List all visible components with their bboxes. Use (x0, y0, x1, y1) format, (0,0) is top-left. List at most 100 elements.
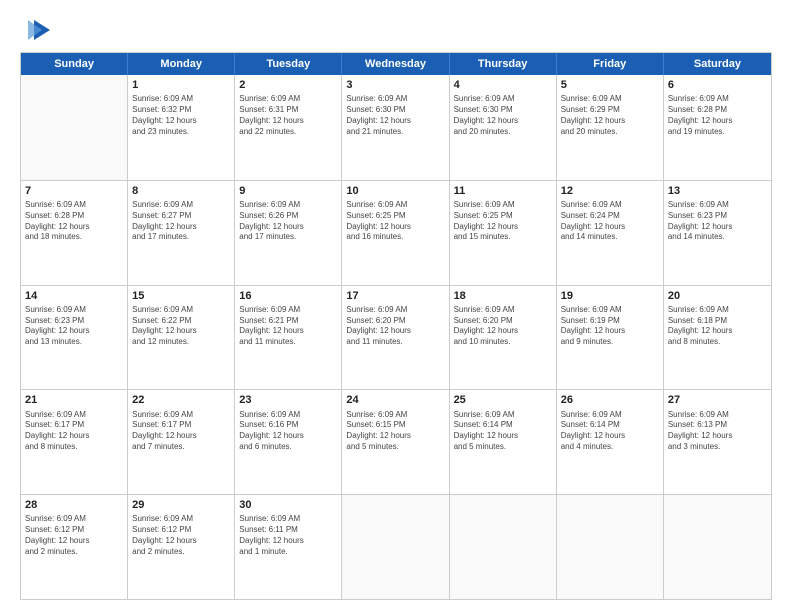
week-row-5: 28 Sunrise: 6:09 AM Sunset: 6:12 PM Dayli… (21, 494, 771, 599)
day-number: 21 (25, 393, 123, 407)
day-info: Sunrise: 6:09 AM Sunset: 6:12 PM Dayligh… (25, 514, 123, 557)
day-number: 4 (454, 78, 552, 92)
day-info: Sunrise: 6:09 AM Sunset: 6:14 PM Dayligh… (454, 410, 552, 453)
header-day-friday: Friday (557, 53, 664, 75)
day-cell-8: 8 Sunrise: 6:09 AM Sunset: 6:27 PM Daylig… (128, 181, 235, 285)
day-number: 7 (25, 184, 123, 198)
day-info: Sunrise: 6:09 AM Sunset: 6:25 PM Dayligh… (346, 200, 444, 243)
day-info: Sunrise: 6:09 AM Sunset: 6:30 PM Dayligh… (454, 94, 552, 137)
logo (20, 16, 52, 44)
day-info: Sunrise: 6:09 AM Sunset: 6:23 PM Dayligh… (668, 200, 767, 243)
day-info: Sunrise: 6:09 AM Sunset: 6:15 PM Dayligh… (346, 410, 444, 453)
calendar: SundayMondayTuesdayWednesdayThursdayFrid… (20, 52, 772, 600)
day-number: 30 (239, 498, 337, 512)
day-info: Sunrise: 6:09 AM Sunset: 6:14 PM Dayligh… (561, 410, 659, 453)
day-cell-30: 30 Sunrise: 6:09 AM Sunset: 6:11 PM Dayli… (235, 495, 342, 599)
day-info: Sunrise: 6:09 AM Sunset: 6:28 PM Dayligh… (668, 94, 767, 137)
day-cell-22: 22 Sunrise: 6:09 AM Sunset: 6:17 PM Dayli… (128, 390, 235, 494)
day-number: 1 (132, 78, 230, 92)
day-cell-10: 10 Sunrise: 6:09 AM Sunset: 6:25 PM Dayli… (342, 181, 449, 285)
day-number: 28 (25, 498, 123, 512)
day-cell-6: 6 Sunrise: 6:09 AM Sunset: 6:28 PM Daylig… (664, 75, 771, 180)
logo-icon (24, 16, 52, 44)
day-number: 10 (346, 184, 444, 198)
day-cell-2: 2Sunrise: 6:09 AM Sunset: 6:31 PM Daylig… (235, 75, 342, 180)
day-info: Sunrise: 6:09 AM Sunset: 6:21 PM Dayligh… (239, 305, 337, 348)
calendar-page: SundayMondayTuesdayWednesdayThursdayFrid… (0, 0, 792, 612)
week-row-3: 14 Sunrise: 6:09 AM Sunset: 6:23 PM Dayli… (21, 285, 771, 390)
week-row-1: 1 Sunrise: 6:09 AM Sunset: 6:32 PM Daylig… (21, 75, 771, 180)
empty-cell (21, 75, 128, 180)
day-info: Sunrise: 6:09 AM Sunset: 6:19 PM Dayligh… (561, 305, 659, 348)
header (20, 16, 772, 44)
day-number: 23 (239, 393, 337, 407)
day-info: Sunrise: 6:09 AM Sunset: 6:13 PM Dayligh… (668, 410, 767, 453)
day-info: Sunrise: 6:09 AM Sunset: 6:28 PM Dayligh… (25, 200, 123, 243)
empty-cell (450, 495, 557, 599)
day-cell-21: 21 Sunrise: 6:09 AM Sunset: 6:17 PM Dayli… (21, 390, 128, 494)
empty-cell (557, 495, 664, 599)
day-number: 5 (561, 78, 659, 92)
day-cell-1: 1 Sunrise: 6:09 AM Sunset: 6:32 PM Daylig… (128, 75, 235, 180)
day-info: Sunrise: 6:09 AM Sunset: 6:25 PM Dayligh… (454, 200, 552, 243)
header-day-sunday: Sunday (21, 53, 128, 75)
day-cell-4: 4 Sunrise: 6:09 AM Sunset: 6:30 PM Daylig… (450, 75, 557, 180)
day-cell-17: 17Sunrise: 6:09 AM Sunset: 6:20 PM Dayli… (342, 286, 449, 390)
day-cell-23: 23 Sunrise: 6:09 AM Sunset: 6:16 PM Dayli… (235, 390, 342, 494)
day-number: 8 (132, 184, 230, 198)
day-info: Sunrise: 6:09 AM Sunset: 6:16 PM Dayligh… (239, 410, 337, 453)
day-cell-19: 19Sunrise: 6:09 AM Sunset: 6:19 PM Dayli… (557, 286, 664, 390)
day-number: 13 (668, 184, 767, 198)
day-info: Sunrise: 6:09 AM Sunset: 6:29 PM Dayligh… (561, 94, 659, 137)
day-number: 25 (454, 393, 552, 407)
day-number: 16 (239, 289, 337, 303)
day-cell-14: 14 Sunrise: 6:09 AM Sunset: 6:23 PM Dayli… (21, 286, 128, 390)
day-info: Sunrise: 6:09 AM Sunset: 6:24 PM Dayligh… (561, 200, 659, 243)
week-row-2: 7 Sunrise: 6:09 AM Sunset: 6:28 PM Daylig… (21, 180, 771, 285)
empty-cell (664, 495, 771, 599)
day-info: Sunrise: 6:09 AM Sunset: 6:27 PM Dayligh… (132, 200, 230, 243)
day-number: 18 (454, 289, 552, 303)
day-info: Sunrise: 6:09 AM Sunset: 6:20 PM Dayligh… (454, 305, 552, 348)
day-number: 2 (239, 78, 337, 92)
day-info: Sunrise: 6:09 AM Sunset: 6:26 PM Dayligh… (239, 200, 337, 243)
day-cell-7: 7 Sunrise: 6:09 AM Sunset: 6:28 PM Daylig… (21, 181, 128, 285)
header-day-wednesday: Wednesday (342, 53, 449, 75)
day-number: 14 (25, 289, 123, 303)
day-cell-9: 9Sunrise: 6:09 AM Sunset: 6:26 PM Daylig… (235, 181, 342, 285)
day-info: Sunrise: 6:09 AM Sunset: 6:17 PM Dayligh… (25, 410, 123, 453)
day-number: 20 (668, 289, 767, 303)
day-cell-25: 25 Sunrise: 6:09 AM Sunset: 6:14 PM Dayli… (450, 390, 557, 494)
day-cell-18: 18 Sunrise: 6:09 AM Sunset: 6:20 PM Dayli… (450, 286, 557, 390)
day-info: Sunrise: 6:09 AM Sunset: 6:17 PM Dayligh… (132, 410, 230, 453)
calendar-body: 1 Sunrise: 6:09 AM Sunset: 6:32 PM Daylig… (21, 75, 771, 599)
header-day-saturday: Saturday (664, 53, 771, 75)
day-number: 15 (132, 289, 230, 303)
day-info: Sunrise: 6:09 AM Sunset: 6:11 PM Dayligh… (239, 514, 337, 557)
day-cell-12: 12Sunrise: 6:09 AM Sunset: 6:24 PM Dayli… (557, 181, 664, 285)
day-info: Sunrise: 6:09 AM Sunset: 6:12 PM Dayligh… (132, 514, 230, 557)
calendar-header: SundayMondayTuesdayWednesdayThursdayFrid… (21, 53, 771, 75)
day-cell-29: 29 Sunrise: 6:09 AM Sunset: 6:12 PM Dayli… (128, 495, 235, 599)
day-info: Sunrise: 6:09 AM Sunset: 6:30 PM Dayligh… (346, 94, 444, 137)
day-number: 6 (668, 78, 767, 92)
day-number: 27 (668, 393, 767, 407)
header-day-thursday: Thursday (450, 53, 557, 75)
day-cell-27: 27 Sunrise: 6:09 AM Sunset: 6:13 PM Dayli… (664, 390, 771, 494)
day-cell-26: 26Sunrise: 6:09 AM Sunset: 6:14 PM Dayli… (557, 390, 664, 494)
day-cell-16: 16 Sunrise: 6:09 AM Sunset: 6:21 PM Dayli… (235, 286, 342, 390)
day-cell-11: 11Sunrise: 6:09 AM Sunset: 6:25 PM Dayli… (450, 181, 557, 285)
day-cell-20: 20 Sunrise: 6:09 AM Sunset: 6:18 PM Dayli… (664, 286, 771, 390)
day-number: 17 (346, 289, 444, 303)
day-number: 29 (132, 498, 230, 512)
header-day-tuesday: Tuesday (235, 53, 342, 75)
day-info: Sunrise: 6:09 AM Sunset: 6:32 PM Dayligh… (132, 94, 230, 137)
day-info: Sunrise: 6:09 AM Sunset: 6:18 PM Dayligh… (668, 305, 767, 348)
day-number: 24 (346, 393, 444, 407)
week-row-4: 21 Sunrise: 6:09 AM Sunset: 6:17 PM Dayli… (21, 389, 771, 494)
day-info: Sunrise: 6:09 AM Sunset: 6:23 PM Dayligh… (25, 305, 123, 348)
day-cell-15: 15Sunrise: 6:09 AM Sunset: 6:22 PM Dayli… (128, 286, 235, 390)
day-number: 22 (132, 393, 230, 407)
day-cell-28: 28 Sunrise: 6:09 AM Sunset: 6:12 PM Dayli… (21, 495, 128, 599)
empty-cell (342, 495, 449, 599)
